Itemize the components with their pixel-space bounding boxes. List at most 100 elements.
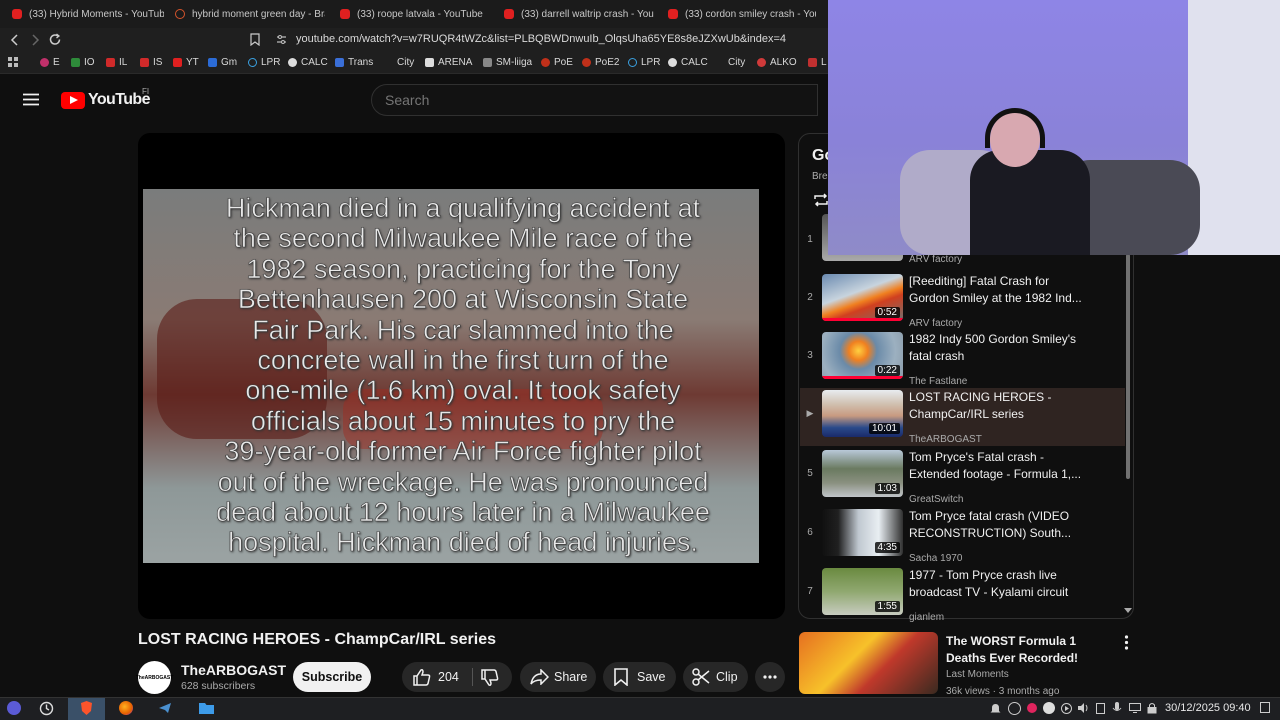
url-field[interactable]: youtube.com/watch?v=w7RUQR4tWZc&list=PLB… bbox=[296, 33, 786, 45]
browser-tab[interactable]: (33) roope latvala - YouTube bbox=[340, 4, 490, 24]
bookmark-favicon-icon bbox=[808, 58, 817, 67]
bookmark-item[interactable]: E bbox=[40, 57, 60, 68]
bookmark-item[interactable]: ARENA bbox=[425, 57, 472, 68]
playlist-item-channel[interactable]: Sacha 1970 bbox=[909, 553, 962, 564]
translate-icon bbox=[335, 58, 344, 67]
playlist-item-channel[interactable]: TheARBOGAST bbox=[909, 434, 982, 445]
bookmark-item[interactable]: IL bbox=[106, 57, 127, 68]
browser-tab[interactable]: hybrid moment green day - Bra bbox=[175, 4, 325, 24]
browser-tab[interactable]: (33) cordon smiley crash - YouTu bbox=[668, 4, 816, 24]
recommended-thumbnail[interactable] bbox=[799, 632, 938, 694]
display-icon[interactable] bbox=[1129, 703, 1141, 713]
show-desktop-icon[interactable] bbox=[1260, 702, 1270, 713]
bookmark-item[interactable]: CALC bbox=[288, 57, 328, 68]
playlist-item-channel[interactable]: ARV factory bbox=[909, 318, 962, 329]
video-duration: 1:03 bbox=[874, 483, 900, 494]
dislike-icon[interactable] bbox=[480, 669, 500, 687]
playlist-item-channel[interactable]: gianlem bbox=[909, 612, 944, 623]
bookmark-item[interactable]: YT bbox=[173, 57, 199, 68]
loop-icon[interactable] bbox=[813, 193, 829, 207]
bookmark-item[interactable]: L bbox=[808, 57, 827, 68]
playlist-item[interactable]: 2 0:52 [Reediting] Fatal Crash for Gordo… bbox=[800, 272, 1125, 330]
bookmark-favicon-icon bbox=[425, 58, 434, 67]
youtube-logo-text: YouTube bbox=[88, 91, 150, 108]
brave-icon bbox=[81, 701, 92, 715]
more-vertical-icon[interactable] bbox=[1124, 635, 1129, 650]
playlist-scrollbar[interactable] bbox=[1126, 254, 1130, 479]
lock-icon[interactable] bbox=[1147, 702, 1157, 714]
bookmark-icon[interactable] bbox=[250, 33, 260, 46]
recording-icon[interactable] bbox=[1027, 703, 1037, 713]
channel-name[interactable]: TheARBOGAST bbox=[181, 662, 286, 678]
playlist-item[interactable]: 7 1:55 1977 - Tom Pryce crash live broad… bbox=[800, 566, 1125, 624]
file-manager-icon[interactable] bbox=[199, 701, 214, 714]
like-count[interactable]: 204 bbox=[438, 670, 459, 684]
subscribe-button[interactable]: Subscribe bbox=[293, 662, 371, 692]
video-duration: 1:55 bbox=[874, 601, 900, 612]
forward-icon[interactable] bbox=[30, 34, 40, 46]
channel-avatar[interactable]: TheARBOGAST bbox=[136, 661, 173, 694]
playlist-item-channel[interactable]: GreatSwitch bbox=[909, 494, 963, 505]
youtube-icon bbox=[504, 9, 514, 19]
playlist-thumbnail: 1:03 bbox=[822, 450, 903, 497]
playlist-item[interactable]: 5 1:03 Tom Pryce's Fatal crash - Extende… bbox=[800, 448, 1125, 506]
scroll-down-icon[interactable] bbox=[1124, 608, 1132, 613]
watch-progress-bar bbox=[822, 318, 903, 321]
search-input[interactable] bbox=[371, 84, 818, 116]
gmail-icon bbox=[208, 58, 217, 67]
browser-tab[interactable]: (33) Hybrid Moments - YouTube bbox=[12, 4, 164, 24]
bookmark-item[interactable]: PoE bbox=[541, 57, 573, 68]
start-menu-icon[interactable] bbox=[7, 701, 21, 715]
youtube-logo-icon[interactable] bbox=[61, 92, 85, 109]
playlist-item-title: 1977 - Tom Pryce crash live broadcast TV… bbox=[909, 568, 1069, 599]
bookmark-item[interactable]: IS bbox=[140, 57, 162, 68]
playlist-item-channel[interactable]: The Fastlane bbox=[909, 376, 967, 387]
volume-icon[interactable] bbox=[1077, 702, 1089, 714]
bookmark-item[interactable]: CALC bbox=[668, 57, 708, 68]
reload-icon[interactable] bbox=[49, 33, 62, 46]
media-play-icon[interactable] bbox=[1061, 703, 1072, 714]
share-button[interactable]: Share bbox=[520, 662, 596, 692]
calculator-icon bbox=[288, 58, 297, 67]
youtube-icon bbox=[12, 9, 22, 19]
menu-icon[interactable] bbox=[23, 93, 39, 106]
recommended-title[interactable]: The WORST Formula 1 Deaths Ever Recorded… bbox=[946, 633, 1116, 666]
save-icon bbox=[614, 668, 628, 686]
clipboard-icon[interactable] bbox=[1096, 702, 1105, 714]
bookmark-item[interactable]: PoE2 bbox=[582, 57, 619, 68]
bookmark-item[interactable]: ALKO bbox=[757, 57, 797, 68]
notification-icon[interactable] bbox=[990, 703, 1001, 714]
playlist-item-title: Tom Pryce's Fatal crash - Extended foota… bbox=[909, 450, 1082, 481]
browser-tab[interactable]: (33) darrell waltrip crash - YouTu bbox=[504, 4, 654, 24]
playlist-item[interactable]: 6 4:35 Tom Pryce fatal crash (VIDEO RECO… bbox=[800, 507, 1125, 565]
clock[interactable]: 30/12/2025 09:40 bbox=[1165, 702, 1251, 714]
playlist-item[interactable]: 3 0:22 1982 Indy 500 Gordon Smiley's fat… bbox=[800, 330, 1125, 388]
site-settings-icon[interactable] bbox=[276, 34, 287, 45]
apps-grid-icon[interactable] bbox=[8, 57, 19, 68]
system-settings-icon[interactable] bbox=[39, 701, 54, 716]
like-icon[interactable] bbox=[412, 668, 432, 686]
bookmark-item[interactable]: LPR bbox=[248, 57, 280, 68]
steam-tray-icon[interactable] bbox=[1008, 702, 1021, 715]
bookmark-item[interactable]: Trans bbox=[335, 57, 373, 68]
steam-icon[interactable] bbox=[158, 702, 173, 714]
bookmark-item[interactable]: SM-liiga bbox=[483, 57, 532, 68]
video-title: LOST RACING HEROES - ChampCar/IRL series bbox=[138, 631, 496, 648]
bookmark-item[interactable]: LPR bbox=[628, 57, 660, 68]
recommended-channel[interactable]: Last Moments bbox=[946, 669, 1009, 680]
microphone-icon[interactable] bbox=[1112, 702, 1122, 714]
bookmark-item[interactable]: City bbox=[715, 57, 745, 68]
firefox-icon[interactable] bbox=[119, 701, 133, 715]
share-icon bbox=[530, 669, 549, 685]
tray-app-icon[interactable] bbox=[1043, 702, 1055, 714]
save-button[interactable]: Save bbox=[603, 662, 676, 692]
playlist-item-current[interactable]: ▶ 10:01 LOST RACING HEROES - ChampCar/IR… bbox=[800, 388, 1125, 446]
bookmark-favicon-icon bbox=[106, 58, 115, 67]
bookmark-item[interactable]: IO bbox=[71, 57, 95, 68]
webcam-background bbox=[1188, 0, 1280, 255]
bookmark-item[interactable]: Gm bbox=[208, 57, 237, 68]
clip-button[interactable]: Clip bbox=[683, 662, 748, 692]
back-icon[interactable] bbox=[10, 34, 20, 46]
more-actions-button[interactable] bbox=[755, 662, 785, 692]
bookmark-item[interactable]: City bbox=[384, 57, 414, 68]
